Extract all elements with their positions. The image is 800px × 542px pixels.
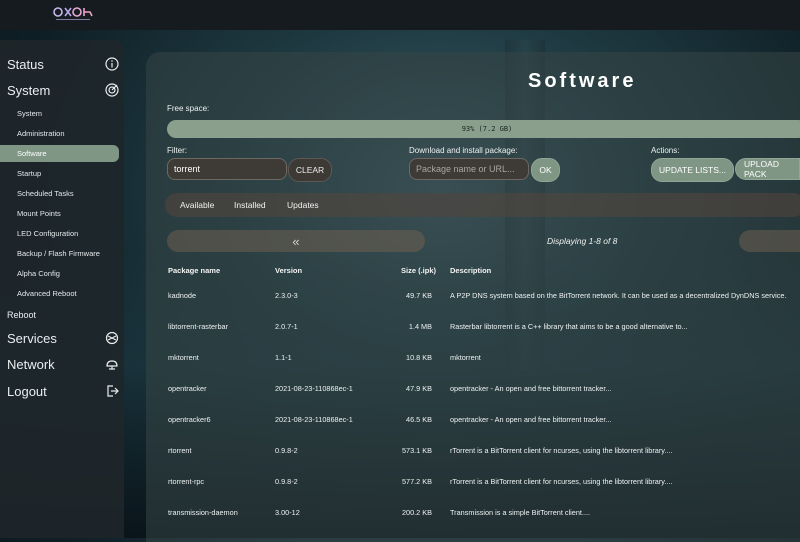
package-name: rtorrent (168, 446, 192, 455)
filter-input[interactable] (167, 158, 287, 180)
update-lists-button[interactable]: UPDATE LISTS... (651, 158, 734, 182)
logo-icon[interactable] (52, 4, 96, 22)
package-name: mktorrent (168, 353, 199, 362)
radar-icon (105, 83, 119, 97)
package-size: 49.7 KB (406, 291, 432, 300)
package-size: 1.4 MB (408, 322, 432, 331)
sidebar-item-reboot[interactable]: Reboot (7, 304, 119, 326)
package-size: 47.9 KB (406, 384, 432, 393)
logout-icon (107, 385, 119, 397)
package-name: opentracker (168, 384, 207, 393)
sidebar-subitem-mount-points[interactable]: Mount Points (0, 205, 119, 222)
sidebar-subitem-backup-flash-firmware[interactable]: Backup / Flash Firmware (0, 245, 119, 262)
package-name: kadnode (168, 291, 196, 300)
sidebar-subitem-administration[interactable]: Administration (0, 125, 119, 142)
package-size: 573.1 KB (401, 446, 432, 455)
clear-button[interactable]: CLEAR (288, 158, 332, 182)
sidebar-item-label: System (7, 82, 51, 98)
top-bar (0, 0, 800, 30)
network-icon (106, 360, 118, 370)
sidebar-item-system[interactable]: System (7, 79, 119, 101)
package-description: rTorrent is a BitTorrent client for ncur… (450, 446, 673, 455)
sidebar-item-label: Services (7, 330, 57, 346)
package-description: opentracker - An open and free bittorren… (450, 384, 612, 393)
package-version: 2021-08-23-110868ec-1 (275, 384, 353, 393)
pager-display-info: Displaying 1-8 of 8 (547, 236, 618, 246)
sidebar-item-network[interactable]: Network (7, 353, 119, 375)
tab-updates[interactable]: Updates (287, 193, 319, 217)
pager-next-button[interactable] (739, 230, 800, 252)
filter-label: Filter: (167, 146, 187, 155)
sidebar-item-logout[interactable]: Logout (7, 380, 119, 402)
package-name: transmission-daemon (168, 508, 238, 517)
package-description: Rasterbar libtorrent is a C++ library th… (450, 322, 688, 331)
tab-available[interactable]: Available (180, 193, 214, 217)
sidebar-subitem-alpha-config[interactable]: Alpha Config (0, 265, 119, 282)
pager-prev-button[interactable]: « (167, 230, 425, 252)
free-space-label: Free space: (167, 104, 210, 113)
sidebar-item-label: Reboot (7, 310, 37, 320)
package-name: rtorrent-rpc (168, 477, 205, 486)
download-label: Download and install package: (409, 146, 518, 155)
sidebar-subitem-led-configuration[interactable]: LED Configuration (0, 225, 119, 242)
package-size: 200.2 KB (401, 508, 432, 517)
column-header-package-name[interactable]: Package name (168, 266, 220, 275)
sidebar-item-label: Logout (7, 383, 47, 399)
actions-label: Actions: (651, 146, 680, 155)
package-description: rTorrent is a BitTorrent client for ncur… (450, 477, 673, 486)
package-version: 2.3.0-3 (275, 291, 298, 300)
sidebar-item-label: Status (7, 56, 44, 72)
package-version: 0.9.8-2 (275, 477, 298, 486)
free-space-value: 93% (7.2 GB) (461, 125, 513, 133)
sidebar-subitem-software[interactable]: Software (0, 145, 119, 162)
column-header-description[interactable]: Description (450, 266, 491, 275)
package-name: libtorrent-rasterbar (168, 322, 229, 331)
package-description: A P2P DNS system based on the BitTorrent… (450, 291, 787, 300)
package-size: 577.2 KB (401, 477, 432, 486)
tab-installed[interactable]: Installed (234, 193, 266, 217)
package-version: 0.9.8-2 (275, 446, 298, 455)
info-icon (105, 57, 119, 71)
ok-button[interactable]: OK (531, 158, 560, 182)
package-description: Transmission is a simple BitTorrent clie… (450, 508, 591, 517)
column-header-size[interactable]: Size (.ipk) (376, 266, 436, 275)
sidebar-item-status[interactable]: Status (7, 53, 119, 75)
sidebar-item-services[interactable]: Services (7, 327, 119, 349)
column-header-version[interactable]: Version (275, 266, 302, 275)
package-version: 1.1-1 (275, 353, 292, 362)
package-size: 46.5 KB (406, 415, 432, 424)
package-size: 10.8 KB (406, 353, 432, 362)
sidebar-item-label: Network (7, 356, 55, 372)
page-title: Software (528, 70, 637, 92)
package-version: 3.00-12 (275, 508, 300, 517)
free-space-bar: 93% (7.2 GB) (167, 120, 800, 138)
package-url-input[interactable] (409, 158, 529, 180)
package-description: mktorrent (450, 353, 481, 362)
upload-package-button[interactable]: UPLOAD PACK (735, 158, 800, 180)
package-version: 2.0.7-1 (275, 322, 298, 331)
sidebar-subitem-system[interactable]: System (0, 105, 119, 122)
package-description: opentracker - An open and free bittorren… (450, 415, 612, 424)
sidebar-subitem-scheduled-tasks[interactable]: Scheduled Tasks (0, 185, 119, 202)
sidebar-subitem-startup[interactable]: Startup (0, 165, 119, 182)
sidebar-subitem-advanced-reboot[interactable]: Advanced Reboot (0, 285, 119, 302)
package-name: opentracker6 (168, 415, 211, 424)
package-version: 2021-08-23-110868ec-1 (275, 415, 353, 424)
services-icon (105, 331, 119, 345)
